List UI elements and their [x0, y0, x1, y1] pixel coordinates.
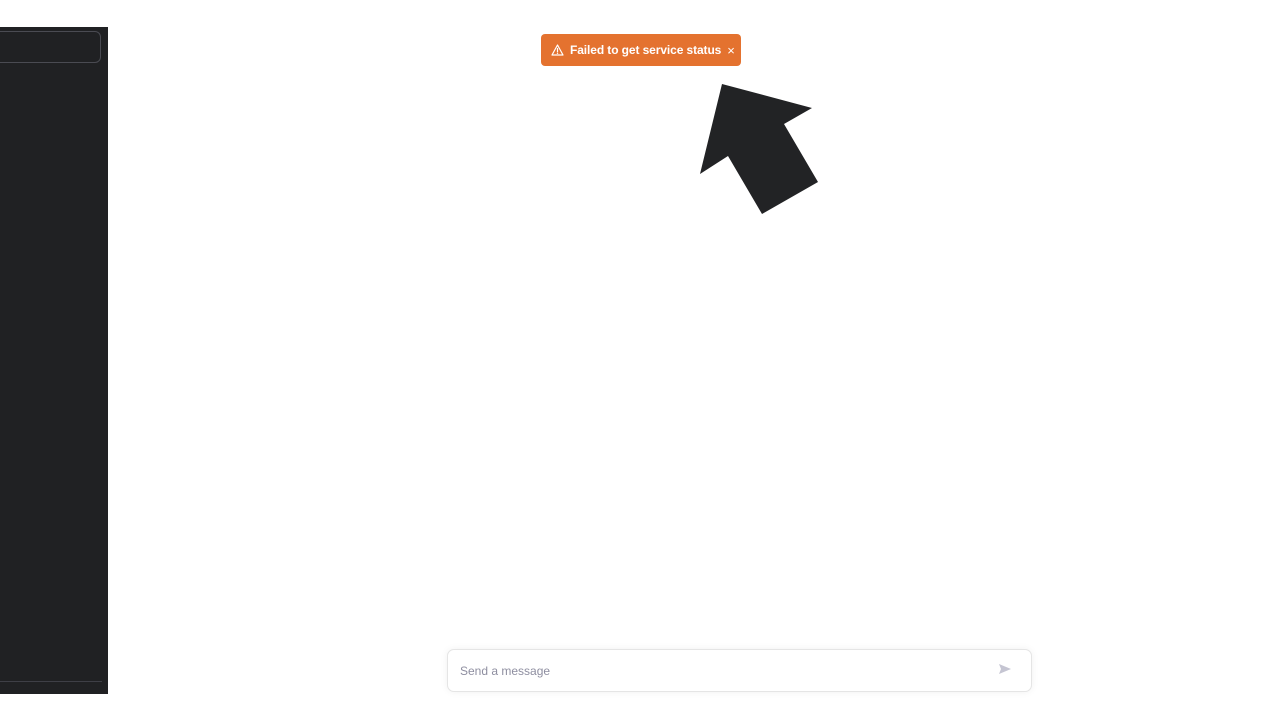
send-icon: [998, 662, 1012, 680]
app-root: Failed to get service status ×: [0, 0, 1280, 720]
message-composer: [447, 649, 1032, 692]
toast-message: Failed to get service status: [570, 43, 722, 57]
arrow-pointer-icon: [690, 78, 830, 223]
send-button[interactable]: [987, 653, 1023, 689]
sidebar-new-chat-button[interactable]: [0, 31, 101, 63]
error-toast: Failed to get service status ×: [541, 34, 741, 66]
message-input[interactable]: [448, 650, 987, 691]
toast-close-button[interactable]: ×: [727, 44, 735, 57]
sidebar-divider: [0, 681, 102, 682]
sidebar: [0, 27, 108, 694]
warning-triangle-icon: [551, 44, 564, 56]
